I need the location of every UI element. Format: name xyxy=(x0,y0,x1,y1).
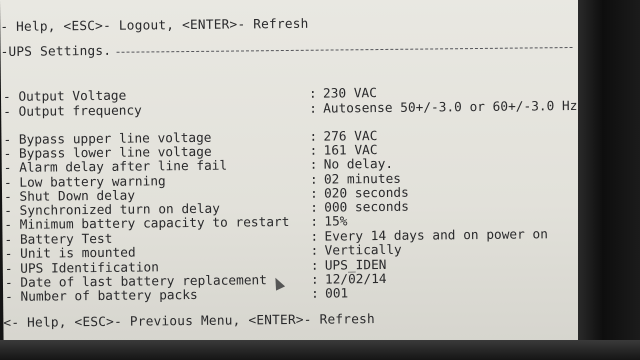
setting-label: - Output frequency xyxy=(3,103,142,120)
setting-value: Autosense 50+/-3.0 or 60+/-3.0 Hz xyxy=(323,98,578,117)
setting-colon: : xyxy=(309,129,318,145)
setting-colon: : xyxy=(311,286,319,302)
header-help-line: - Help, <ESC>- Logout, <ENTER>- Refresh xyxy=(0,16,309,35)
setting-label: - Number of battery packs xyxy=(5,287,198,305)
setting-label: - Output Voltage xyxy=(2,88,127,105)
setting-colon: : xyxy=(310,258,319,274)
setting-colon: : xyxy=(308,86,317,102)
section-divider xyxy=(116,47,573,53)
setting-colon: : xyxy=(310,272,319,288)
setting-colon: : xyxy=(310,214,319,230)
monitor-bezel-bottom xyxy=(0,340,640,360)
monitor-bezel-right xyxy=(578,0,640,360)
setting-colon: : xyxy=(310,229,319,245)
terminal-screen: - Help, <ESC>- Logout, <ENTER>- Refresh … xyxy=(0,0,582,348)
setting-colon: : xyxy=(309,143,318,159)
setting-colon: : xyxy=(309,101,317,117)
section-title: -UPS Settings. xyxy=(0,43,112,60)
setting-value: 001 xyxy=(325,286,349,302)
setting-value: 15% xyxy=(324,214,348,230)
setting-colon: : xyxy=(309,172,318,188)
setting-colon: : xyxy=(309,186,318,202)
setting-colon: : xyxy=(310,200,318,216)
setting-colon: : xyxy=(310,243,319,259)
setting-value: No delay. xyxy=(323,156,394,173)
footer-help-line: <- Help, <ESC>- Previous Menu, <ENTER>- … xyxy=(3,312,375,331)
setting-colon: : xyxy=(309,157,318,173)
setting-value: Vertically xyxy=(324,242,402,259)
setting-label: - Unit is mounted xyxy=(4,245,136,262)
setting-value: 230 VAC xyxy=(322,86,378,102)
